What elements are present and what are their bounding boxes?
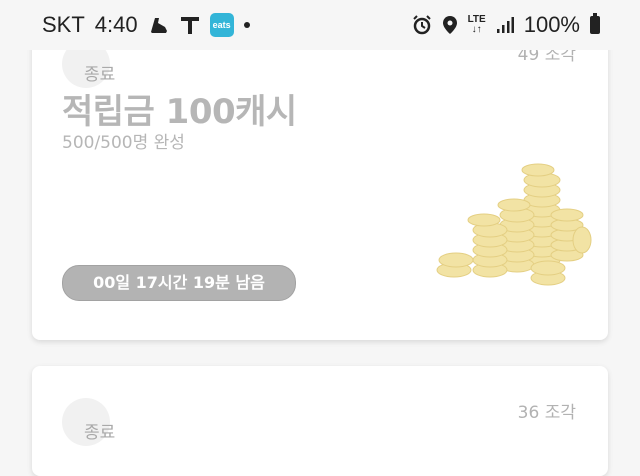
lte-indicator: LTE ↓↑ bbox=[468, 15, 486, 35]
event-card[interactable]: 종료 49 조각 적립금 100캐시 500/500명 완성 00일 17시간 … bbox=[32, 20, 608, 340]
event-card[interactable]: 종료 36 조각 bbox=[32, 366, 608, 476]
shoe-icon bbox=[150, 18, 167, 33]
closed-label: 종료 bbox=[84, 423, 116, 443]
clock: 4:40 bbox=[94, 12, 138, 37]
data-arrows-icon: ↓↑ bbox=[471, 24, 482, 35]
carrier-label: SKT bbox=[42, 12, 85, 37]
location-icon bbox=[442, 16, 457, 34]
pieces-count: 36 조각 bbox=[517, 403, 576, 423]
signal-icon bbox=[496, 17, 514, 33]
t-map-icon bbox=[180, 17, 199, 34]
status-bar: SKT 4:40 eats LTE ↓↑ 100% bbox=[0, 0, 640, 50]
eats-app-icon: eats bbox=[209, 13, 234, 37]
remaining-time-pill: 00일 17시간 19분 남음 bbox=[62, 265, 296, 301]
notification-dot-icon bbox=[243, 22, 250, 28]
battery-icon bbox=[590, 13, 600, 34]
closed-label: 종료 bbox=[84, 65, 116, 85]
status-right: LTE ↓↑ 100% bbox=[412, 12, 600, 38]
battery-percent: 100% bbox=[523, 12, 580, 37]
alarm-icon bbox=[412, 15, 431, 35]
coins-illustration bbox=[436, 163, 592, 286]
reward-title: 적립금 100캐시 bbox=[62, 92, 297, 132]
participants-label: 500/500명 완성 bbox=[62, 133, 185, 153]
status-left: SKT 4:40 eats bbox=[42, 12, 250, 38]
